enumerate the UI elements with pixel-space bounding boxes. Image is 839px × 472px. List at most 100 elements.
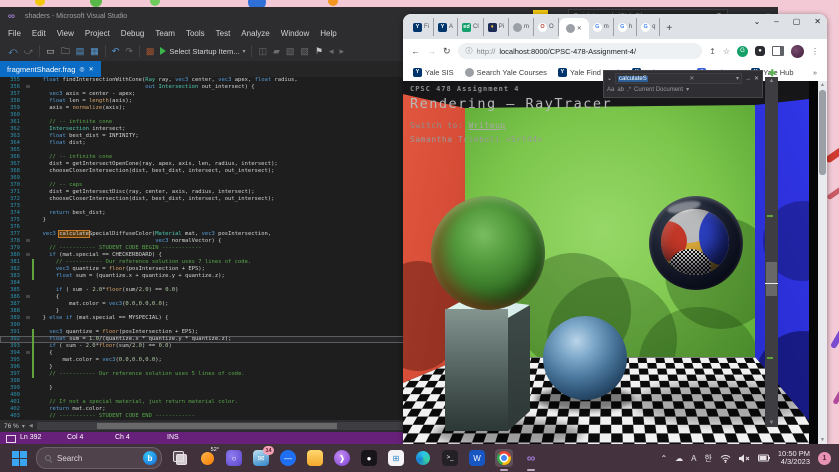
file-explorer-icon[interactable] — [306, 449, 324, 467]
scroll-down-icon[interactable]: ▼ — [818, 437, 827, 443]
regex-toggle[interactable]: .* — [627, 87, 631, 93]
bookmark-prev-icon[interactable]: ◂ — [329, 47, 334, 56]
redo-icon[interactable]: ↷ — [125, 47, 133, 56]
outdent-icon[interactable]: ▧ — [300, 47, 309, 56]
menu-item-file[interactable]: File — [8, 29, 21, 38]
bookmark-icon[interactable]: ⚑ — [315, 47, 323, 56]
browser-tab-7[interactable]: ✕ — [559, 18, 589, 39]
extension-icon[interactable]: ● — [755, 46, 765, 56]
chrome-icon[interactable] — [495, 449, 513, 467]
bookmark-star-icon[interactable]: ☆ — [723, 47, 730, 56]
zoom-select[interactable]: 76 % ▾ — [4, 423, 25, 430]
comment-icon[interactable]: ▰ — [273, 47, 280, 56]
bookmarks-overflow-icon[interactable]: » — [813, 68, 817, 77]
menu-item-view[interactable]: View — [57, 29, 74, 38]
back-icon[interactable]: ← — [411, 46, 420, 56]
browser-tab-3[interactable]: edCl — [458, 18, 484, 36]
reload-icon[interactable]: ↻ — [443, 46, 451, 57]
clipchamp-icon[interactable]: ❱ — [333, 449, 351, 467]
tab-close-icon[interactable]: ✕ — [577, 25, 582, 32]
edge-icon[interactable] — [414, 449, 432, 467]
wifi-icon[interactable] — [720, 454, 731, 463]
tray-letter-icon[interactable]: A — [691, 454, 696, 463]
indent-icon[interactable]: ▧ — [286, 47, 295, 56]
mail-app-icon[interactable]: ✉ 14 — [252, 449, 270, 467]
scrollbar-thumb[interactable] — [819, 90, 826, 175]
find-expand-icon[interactable]: ⌄ — [607, 75, 612, 82]
find-close-icon[interactable]: ✕ — [754, 75, 759, 82]
tab-search-icon[interactable]: ⌄ — [754, 17, 761, 26]
browser-tab-4[interactable]: ♦Pi — [484, 18, 509, 36]
bookmark-yale-sis[interactable]: YYale SIS — [413, 68, 454, 77]
menu-item-tools[interactable]: Tools — [186, 29, 205, 38]
site-info-icon[interactable]: ⓘ — [466, 46, 473, 56]
profile-avatar[interactable] — [791, 45, 804, 58]
blue-app-icon[interactable]: ― — [279, 449, 297, 467]
find-next-icon[interactable]: → — [745, 76, 751, 82]
whole-word-toggle[interactable]: ab — [617, 87, 624, 93]
find-scope[interactable]: Current Document — [634, 87, 683, 93]
browser-tab-6[interactable]: OO — [534, 18, 559, 36]
tray-expand-icon[interactable]: ⌃ — [660, 454, 667, 463]
writeup-link[interactable]: Writeup — [469, 121, 506, 130]
browser-maximize-button[interactable]: ▢ — [793, 17, 801, 26]
menu-item-debug[interactable]: Debug — [121, 29, 145, 38]
microsoft-store-icon[interactable]: ⊞ — [387, 449, 405, 467]
editor-vscrollbar[interactable]: ▲ ▼ — [765, 77, 778, 427]
menu-item-project[interactable]: Project — [85, 29, 110, 38]
raytracer-canvas[interactable]: CPSC 478 Assignment 4 Rendering – RayTra… — [403, 81, 818, 444]
menu-item-help[interactable]: Help — [320, 29, 336, 38]
address-bar[interactable]: ⓘ http://localhost:8000/CPSC-478-Assignm… — [458, 43, 703, 59]
onedrive-icon[interactable]: ☁ — [675, 454, 683, 463]
chevron-down-icon[interactable]: ▾ — [736, 75, 739, 82]
menu-item-edit[interactable]: Edit — [32, 29, 46, 38]
bookmark-next-icon[interactable]: ▸ — [340, 47, 345, 56]
menu-item-window[interactable]: Window — [281, 29, 309, 38]
notification-badge[interactable]: 1 — [818, 452, 831, 465]
taskbar-search[interactable]: Search b — [36, 447, 162, 469]
save-icon[interactable]: ▤ — [76, 47, 85, 56]
menu-item-analyze[interactable]: Analyze — [241, 29, 269, 38]
chat-app-icon[interactable]: ○ — [225, 449, 243, 467]
menu-dots-icon[interactable]: ⋮ — [811, 47, 819, 56]
hscrollbar-thumb[interactable] — [97, 423, 337, 429]
side-panel-icon[interactable] — [772, 46, 784, 56]
open-folder-icon[interactable]: 🗀 — [61, 47, 70, 56]
menu-item-test[interactable]: Test — [216, 29, 231, 38]
save-all-icon[interactable]: ▦ — [90, 47, 99, 56]
close-icon[interactable]: ✕ — [89, 66, 94, 73]
hscroll-left-icon[interactable]: ◀ — [29, 423, 33, 429]
browser-close-button[interactable]: ✕ — [814, 17, 821, 26]
scrollbar-thumb[interactable] — [766, 262, 777, 296]
taskbar-clock[interactable]: 10:50 PM 4/3/2023 — [778, 450, 810, 467]
weather-widget[interactable]: 52° — [198, 449, 216, 467]
nav-back-icon[interactable]: ⤺ — [8, 47, 18, 56]
menu-item-team[interactable]: Team — [155, 29, 175, 38]
battery-icon[interactable] — [758, 454, 770, 462]
share-icon[interactable]: ↥ — [709, 47, 716, 56]
clear-icon[interactable]: ✕ — [689, 75, 694, 82]
browser-minimize-button[interactable]: – — [774, 17, 778, 26]
github-desktop-icon[interactable]: ● — [360, 449, 378, 467]
extension-grammarly-icon[interactable]: G — [737, 46, 748, 57]
find-input[interactable]: calculateS ✕ ▾ — [615, 73, 742, 84]
browser-tab-9[interactable]: Gh — [614, 18, 637, 36]
volume-muted-icon[interactable] — [739, 454, 750, 463]
terminal-icon[interactable]: >_ — [441, 449, 459, 467]
new-file-icon[interactable]: ▭ — [46, 47, 55, 56]
start-debug-button[interactable]: Select Startup Item... ▾ — [160, 47, 245, 56]
attach-icon[interactable]: ▩ — [146, 47, 155, 56]
new-tab-button[interactable]: + — [666, 23, 672, 34]
browser-tab-1[interactable]: YFi — [409, 18, 434, 36]
ime-indicator[interactable]: 한 — [705, 453, 712, 464]
find-in-files-icon[interactable]: ◫ — [258, 47, 267, 56]
browser-tab-10[interactable]: Gq — [637, 18, 660, 36]
task-view-button[interactable] — [171, 449, 189, 467]
forward-icon[interactable]: → — [427, 46, 436, 56]
bookmark-search-yale-courses[interactable]: Search Yale Courses — [465, 68, 547, 77]
start-button[interactable] — [12, 451, 27, 466]
browser-tab-8[interactable]: Gm — [589, 18, 614, 36]
nav-forward-icon[interactable]: ⤻ — [24, 47, 34, 56]
visual-studio-icon[interactable]: ∞ — [522, 449, 540, 467]
undo-icon[interactable]: ↶ — [112, 47, 120, 56]
